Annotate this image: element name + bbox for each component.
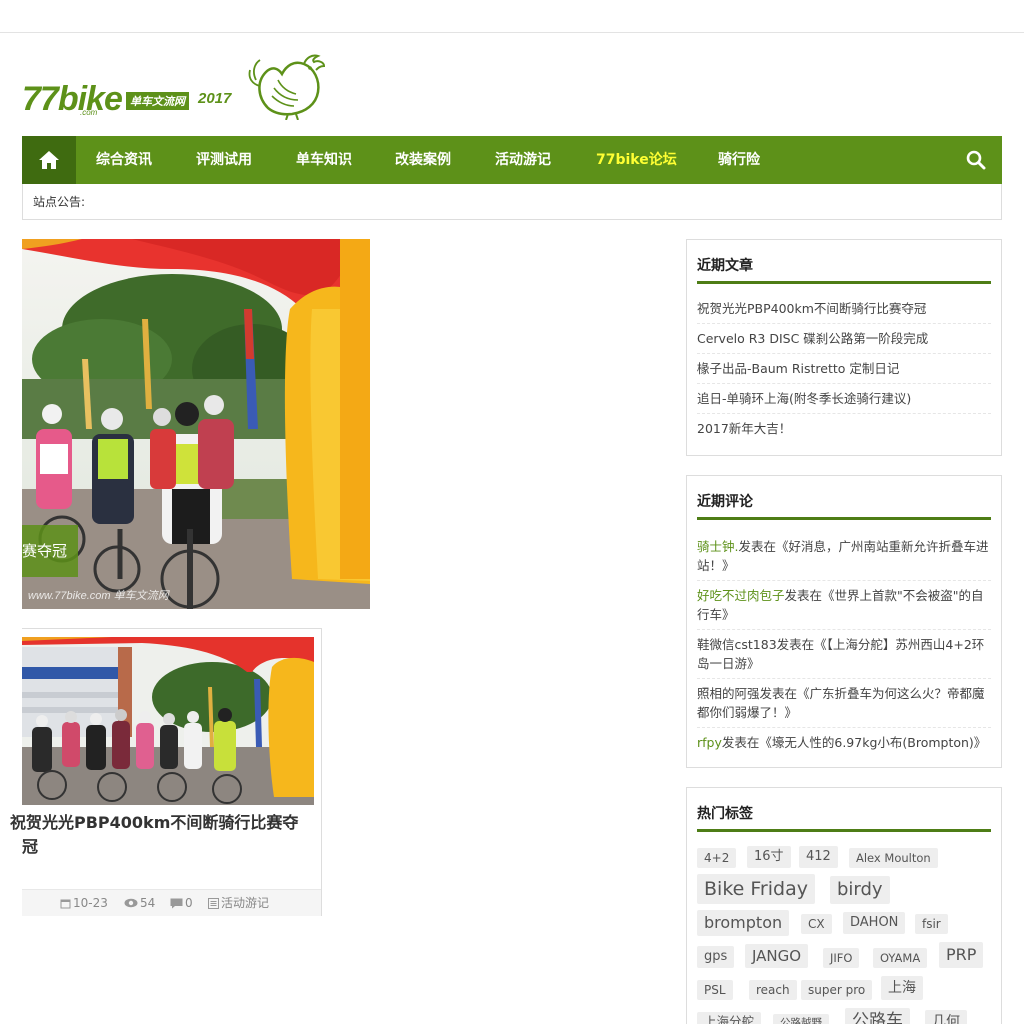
logo-domain: .com <box>80 108 98 117</box>
recent-comment-item: 好吃不过肉包子发表在《世界上首款"不会被盗"的自行车》 <box>697 581 991 630</box>
post-date-value: 10-23 <box>73 896 108 910</box>
search-icon[interactable] <box>966 150 986 170</box>
recent-post-link[interactable]: Cervelo R3 DISC 碟刹公路第一阶段完成 <box>697 324 991 354</box>
comment-author: 照相的阿强 <box>697 686 760 701</box>
recent-comment-item: 照相的阿强发表在《广东折叠车为何这么火？帝都魔都你们弱爆了！》 <box>697 679 991 728</box>
main-nav: 综合资讯 评测试用 单车知识 改装案例 活动游记 77bike论坛 骑行险 <box>22 136 1002 184</box>
recent-post-link[interactable]: 祝贺光光PBP400km不间断骑行比赛夺冠 <box>697 294 991 324</box>
tag-link[interactable]: CX <box>801 914 832 934</box>
tag-link[interactable]: JANGO <box>745 944 809 968</box>
recent-comments-widget: 近期评论 骑士钟.发表在《好消息，广州南站重新允许折叠车进站！》 好吃不过肉包子… <box>686 475 1002 768</box>
comment-icon <box>170 898 183 908</box>
featured-post-title[interactable]: 赛夺冠 <box>22 525 78 577</box>
post-card-meta: 10-23 54 0 活动游记 <box>22 889 321 916</box>
nav-item-news[interactable]: 综合资讯 <box>96 136 152 184</box>
tag-link[interactable]: 16寸 <box>747 846 791 868</box>
nav-item-reviews[interactable]: 评测试用 <box>196 136 252 184</box>
home-icon <box>39 151 59 169</box>
recent-post-link[interactable]: 椽子出品-Baum Ristretto 定制日记 <box>697 354 991 384</box>
tag-link[interactable]: OYAMA <box>873 948 928 968</box>
tag-link[interactable]: JIFO <box>823 948 860 968</box>
tag-link[interactable]: 几何 <box>925 1010 967 1024</box>
post-card-image[interactable] <box>22 637 314 805</box>
post-category-value: 活动游记 <box>221 896 270 910</box>
nav-item-events[interactable]: 活动游记 <box>495 136 551 184</box>
hot-tags-title: 热门标签 <box>697 804 991 832</box>
tag-link[interactable]: fsir <box>915 914 948 934</box>
comment-author[interactable]: rfpy <box>697 735 722 750</box>
recent-post-link[interactable]: 2017新年大吉！ <box>697 414 991 443</box>
post-date: 10-23 <box>60 890 108 916</box>
calendar-icon <box>60 899 71 908</box>
tag-link[interactable]: Bike Friday <box>697 874 815 904</box>
recent-comment-item: rfpy发表在《壕无人性的6.97kg小布(Brompton)》 <box>697 728 991 757</box>
comment-author[interactable]: 好吃不过肉包子 <box>697 588 785 603</box>
recent-posts-title: 近期文章 <box>697 256 991 284</box>
nav-item-mods[interactable]: 改装案例 <box>395 136 451 184</box>
post-card[interactable]: 祝贺光光PBP400km不间断骑行比赛夺冠 10-23 54 0 活动游记 <box>10 628 322 916</box>
site-logo[interactable]: 77bike .com 单车文流网 2017 <box>22 50 332 120</box>
tag-link[interactable]: 412 <box>799 846 838 868</box>
tag-link[interactable]: brompton <box>697 910 790 936</box>
recent-comment-item: 骑士钟.发表在《好消息，广州南站重新允许折叠车进站！》 <box>697 532 991 581</box>
tag-cloud: 4+2 16寸 412 Alex Moulton Bike Friday bir… <box>697 844 991 1024</box>
tag-link[interactable]: gps <box>697 946 735 968</box>
post-views: 54 <box>124 890 155 916</box>
recent-comments-list: 骑士钟.发表在《好消息，广州南站重新允许折叠车进站！》 好吃不过肉包子发表在《世… <box>697 532 991 757</box>
recent-comments-title: 近期评论 <box>697 492 991 520</box>
site-notice: 站点公告: <box>22 184 1002 220</box>
tag-link[interactable]: 上海分舵 <box>697 1012 762 1024</box>
tag-link[interactable]: DAHON <box>843 912 906 934</box>
post-views-value: 54 <box>140 896 156 910</box>
photo-watermark: www.77bike.com 单车文流网 <box>28 590 169 602</box>
tag-link[interactable]: PRP <box>939 942 984 968</box>
nav-item-insurance[interactable]: 骑行险 <box>718 136 760 184</box>
nav-home-button[interactable] <box>22 136 76 184</box>
recent-posts-widget: 近期文章 祝贺光光PBP400km不间断骑行比赛夺冠 Cervelo R3 DI… <box>686 239 1002 456</box>
comment-author: 鞋微信cst183 <box>697 637 777 652</box>
comment-text[interactable]: 发表在《壕无人性的6.97kg小布(Brompton)》 <box>722 735 986 750</box>
nav-item-forum[interactable]: 77bike论坛 <box>596 136 677 184</box>
featured-post-image[interactable]: 赛夺冠 www.77bike.com 单车文流网 <box>22 239 370 609</box>
tag-link[interactable]: Alex Moulton <box>849 848 938 868</box>
recent-comment-item: 鞋微信cst183发表在《【上海分舵】苏州西山4+2环岛一日游》 <box>697 630 991 679</box>
nav-item-knowledge[interactable]: 单车知识 <box>296 136 352 184</box>
tag-link[interactable]: 公路车 <box>845 1008 910 1024</box>
tag-link[interactable]: reach <box>749 980 797 1000</box>
tag-link[interactable]: 4+2 <box>697 848 737 868</box>
list-icon <box>208 897 219 909</box>
logo-wordmark: 77bike <box>22 80 123 118</box>
rooster-icon <box>248 54 326 120</box>
hot-tags-widget: 热门标签 4+2 16寸 412 Alex Moulton Bike Frida… <box>686 787 1002 1024</box>
comment-author[interactable]: 骑士钟. <box>697 539 738 554</box>
tag-link[interactable]: 公路越野 <box>773 1014 829 1024</box>
tag-link[interactable]: 上海 <box>881 976 923 1000</box>
notice-label: 站点公告: <box>33 195 86 209</box>
logo-badge: 单车文流网 <box>126 92 189 110</box>
comment-text[interactable]: 发表在《好消息，广州南站重新允许折叠车进站！》 <box>697 539 989 573</box>
top-bar <box>0 0 1024 33</box>
tag-link[interactable]: PSL <box>697 980 733 1000</box>
post-category[interactable]: 活动游记 <box>208 890 269 916</box>
tag-link[interactable]: birdy <box>830 876 890 904</box>
eye-icon <box>124 898 138 908</box>
post-card-title[interactable]: 祝贺光光PBP400km不间断骑行比赛夺冠 <box>10 811 312 859</box>
post-comments[interactable]: 0 <box>170 890 193 916</box>
logo-year: 2017 <box>198 90 232 107</box>
recent-posts-list: 祝贺光光PBP400km不间断骑行比赛夺冠 Cervelo R3 DISC 碟刹… <box>697 294 991 443</box>
cyclists-group-photo <box>22 637 314 805</box>
recent-post-link[interactable]: 追日-单骑环上海(附冬季长途骑行建议) <box>697 384 991 414</box>
tag-link[interactable]: super pro <box>801 980 873 1000</box>
post-comments-value: 0 <box>185 896 193 910</box>
